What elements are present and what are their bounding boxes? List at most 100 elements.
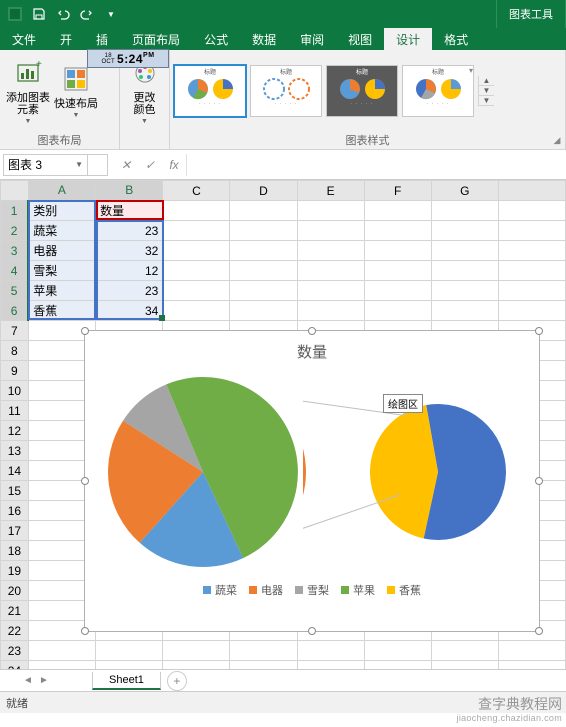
row-header[interactable]: 4	[1, 261, 29, 281]
name-box-expand[interactable]	[88, 154, 108, 176]
cell[interactable]	[230, 661, 297, 670]
undo-icon[interactable]	[52, 3, 74, 25]
group-launcher-icon[interactable]: ◢	[551, 135, 563, 147]
row-header[interactable]: 19	[1, 561, 29, 581]
col-header[interactable]: B	[96, 181, 163, 201]
add-sheet-button[interactable]: +	[167, 671, 187, 691]
row-header[interactable]: 9	[1, 361, 29, 381]
cell[interactable]	[364, 641, 431, 661]
cell[interactable]	[297, 301, 364, 321]
cell[interactable]	[431, 201, 498, 221]
cell[interactable]: 蔬菜	[28, 221, 95, 241]
cell[interactable]	[297, 261, 364, 281]
sheet-nav-prev[interactable]: ◄	[20, 675, 36, 686]
cell[interactable]: 32	[96, 241, 163, 261]
row-header[interactable]: 12	[1, 421, 29, 441]
cell[interactable]: 34	[96, 301, 163, 321]
embedded-chart[interactable]: 数量	[84, 330, 540, 632]
cell[interactable]	[163, 641, 230, 661]
cell[interactable]: 23	[96, 221, 163, 241]
row-header[interactable]: 14	[1, 461, 29, 481]
cell[interactable]	[364, 661, 431, 670]
cell[interactable]	[230, 281, 297, 301]
cell[interactable]	[28, 661, 95, 670]
row-header[interactable]: 24	[1, 661, 29, 670]
cell[interactable]	[297, 201, 364, 221]
row-header[interactable]: 6	[1, 301, 29, 321]
qat-dropdown-icon[interactable]: ▼	[100, 3, 122, 25]
cell[interactable]: 香蕉	[28, 301, 95, 321]
cell[interactable]	[163, 281, 230, 301]
cell[interactable]	[431, 301, 498, 321]
cell[interactable]	[297, 241, 364, 261]
cancel-formula-icon[interactable]: ✕	[114, 154, 138, 176]
cell[interactable]: 数量	[96, 201, 163, 221]
save-icon[interactable]	[28, 3, 50, 25]
cell[interactable]	[163, 661, 230, 670]
tab-formula[interactable]: 公式	[192, 28, 240, 50]
tab-insert[interactable]: 插	[84, 28, 120, 50]
tab-file[interactable]: 文件	[0, 28, 48, 50]
tab-format[interactable]: 格式	[432, 28, 480, 50]
cell[interactable]	[297, 641, 364, 661]
worksheet-area[interactable]: A B C D E F G 1类别数量2蔬菜233电器324雪梨125苹果236…	[0, 180, 566, 669]
excel-menu-icon[interactable]	[4, 3, 26, 25]
chart-legend[interactable]: 蔬菜 电器 雪梨 苹果 香蕉	[85, 582, 539, 598]
tab-data[interactable]: 数据	[240, 28, 288, 50]
row-header[interactable]: 1	[1, 201, 29, 221]
cell[interactable]	[230, 261, 297, 281]
row-header[interactable]: 11	[1, 401, 29, 421]
row-header[interactable]: 2	[1, 221, 29, 241]
gallery-scroll-up[interactable]: ▲	[479, 76, 494, 86]
chart-style-2[interactable]: 标题 · · · · ·	[250, 65, 322, 117]
row-header[interactable]: 15	[1, 481, 29, 501]
row-header[interactable]: 22	[1, 621, 29, 641]
row-header[interactable]: 20	[1, 581, 29, 601]
cell[interactable]	[163, 261, 230, 281]
cell[interactable]	[297, 221, 364, 241]
chart-title[interactable]: 数量	[85, 341, 539, 362]
cell[interactable]	[431, 241, 498, 261]
cell[interactable]	[431, 261, 498, 281]
fx-icon[interactable]: fx	[162, 154, 186, 176]
cell[interactable]: 类别	[28, 201, 95, 221]
row-header[interactable]: 21	[1, 601, 29, 621]
chart-plot-area[interactable]: 绘图区	[85, 362, 539, 582]
cell[interactable]	[297, 281, 364, 301]
row-header[interactable]: 8	[1, 341, 29, 361]
col-header[interactable]: C	[163, 181, 230, 201]
gallery-more[interactable]: ▼	[479, 96, 494, 106]
cell[interactable]	[364, 221, 431, 241]
tab-view[interactable]: 视图	[336, 28, 384, 50]
cell[interactable]	[230, 641, 297, 661]
cell[interactable]	[230, 301, 297, 321]
tab-design[interactable]: 设计	[384, 28, 432, 50]
cell[interactable]	[431, 641, 498, 661]
cell[interactable]	[364, 301, 431, 321]
tab-home[interactable]: 开	[48, 28, 84, 50]
enter-formula-icon[interactable]: ✓	[138, 154, 162, 176]
col-header[interactable]: A	[28, 181, 95, 201]
cell[interactable]	[364, 261, 431, 281]
tab-review[interactable]: 审阅	[288, 28, 336, 50]
row-header[interactable]: 23	[1, 641, 29, 661]
cell[interactable]: 电器	[28, 241, 95, 261]
cell[interactable]: 12	[96, 261, 163, 281]
cell[interactable]	[96, 661, 163, 670]
cell[interactable]	[230, 241, 297, 261]
col-header[interactable]: G	[431, 181, 498, 201]
add-chart-element-button[interactable]: + 添加图表 元素 ▼	[4, 56, 52, 125]
cell[interactable]	[163, 201, 230, 221]
cell[interactable]	[163, 241, 230, 261]
cell[interactable]	[28, 641, 95, 661]
tab-layout[interactable]: 页面布局	[120, 28, 192, 50]
cell[interactable]	[364, 201, 431, 221]
chart-style-4[interactable]: 标题 · · · · · ▾	[402, 65, 474, 117]
cell[interactable]	[230, 201, 297, 221]
cell[interactable]	[163, 221, 230, 241]
cell[interactable]	[230, 221, 297, 241]
select-all-corner[interactable]	[1, 181, 29, 201]
col-header[interactable]: F	[364, 181, 431, 201]
cell[interactable]	[364, 281, 431, 301]
row-header[interactable]: 16	[1, 501, 29, 521]
